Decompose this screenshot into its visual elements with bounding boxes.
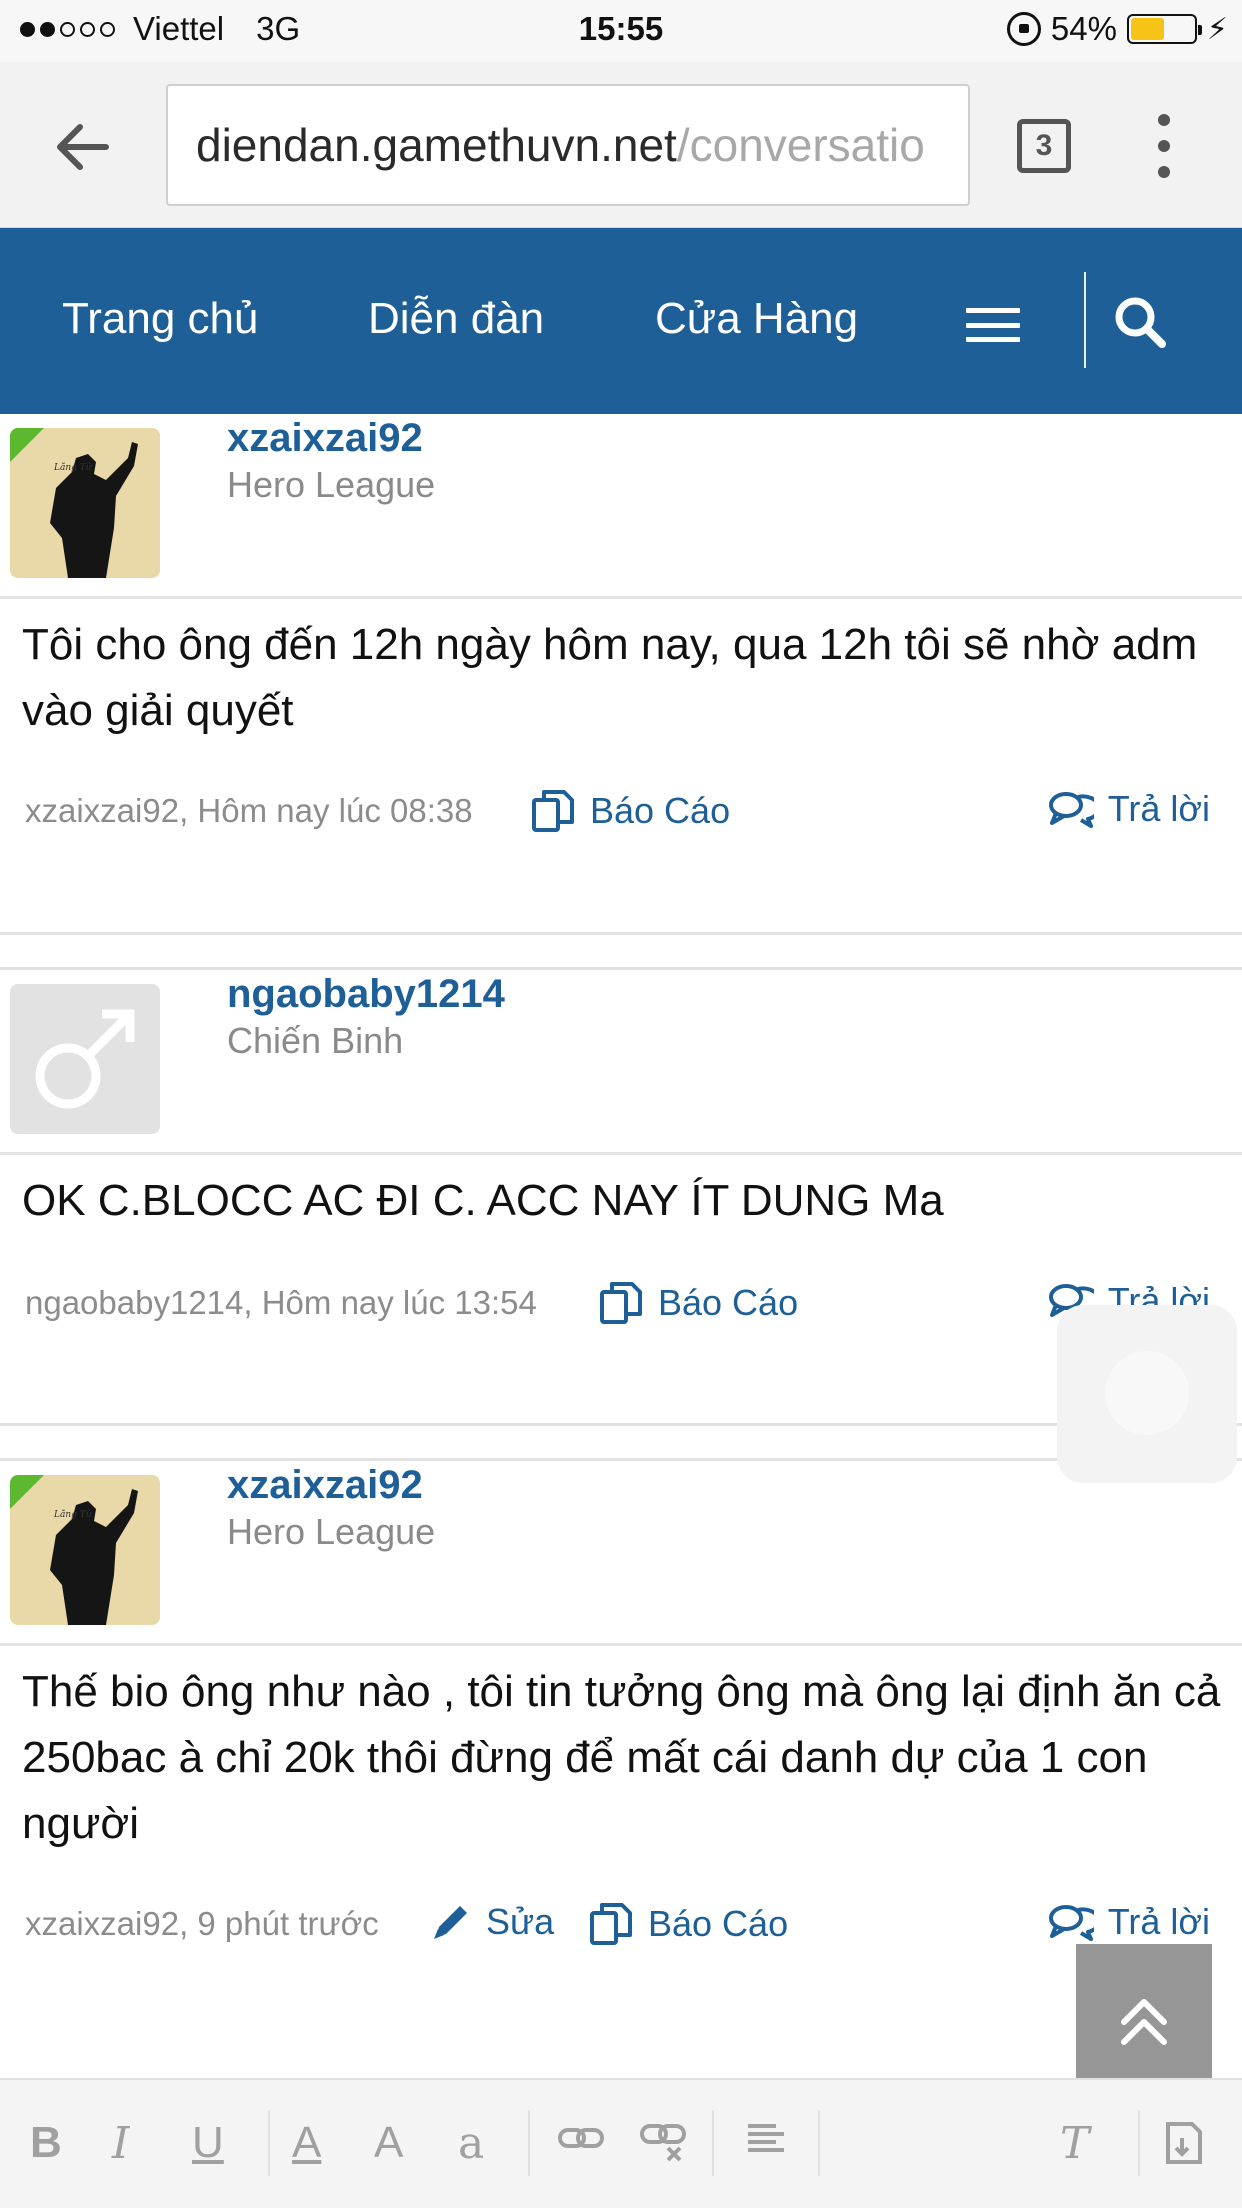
report-icon (590, 1903, 632, 1945)
clear-format-button[interactable]: T (1060, 2118, 1089, 2169)
underline-button[interactable]: U (192, 2118, 224, 2168)
battery-icon (1126, 14, 1202, 44)
message-meta: xzaixzai92, 9 phút trước Sửa Báo Cáo Trả… (0, 1897, 1242, 1957)
message-header: Lãng Tử xzaixzai92 Hero League (0, 1461, 1242, 1646)
message-body: Tôi cho ông đến 12h ngày hôm nay, qua 12… (22, 620, 1198, 735)
align-left-icon[interactable] (746, 2118, 786, 2169)
charging-icon: ⚡ (1206, 12, 1228, 46)
nav-divider (1084, 272, 1086, 368)
avatar[interactable]: Lãng Tử (10, 1475, 160, 1625)
reply-button[interactable]: Trả lời (1048, 788, 1210, 830)
message-item: Lãng Tử xzaixzai92 Hero League Tôi cho ô… (0, 414, 1242, 934)
edit-label: Sửa (486, 1901, 555, 1942)
italic-button[interactable]: I (112, 2118, 129, 2169)
report-label: Báo Cáo (648, 1903, 789, 1944)
message-username[interactable]: ngaobaby1214 (227, 972, 505, 1017)
tab-switcher-button[interactable]: 3 (1017, 119, 1071, 173)
paste-icon[interactable] (1162, 2118, 1206, 2179)
nav-home[interactable]: Trang chủ (62, 294, 258, 344)
message-user-title: Chiến Binh (227, 1020, 404, 1061)
message-separator (0, 1423, 1242, 1426)
font-size-button[interactable]: A (374, 2118, 403, 2168)
message-author-time[interactable]: xzaixzai92, 9 phút trước (25, 1905, 379, 1943)
report-button[interactable]: Báo Cáo (588, 1901, 788, 1947)
bold-button[interactable]: B (30, 2118, 62, 2168)
message-user-title: Hero League (227, 464, 436, 505)
report-label: Báo Cáo (590, 790, 731, 831)
message-user-title: Hero League (227, 1511, 436, 1552)
font-family-button[interactable]: a (458, 2118, 484, 2169)
text-color-button[interactable]: A (292, 2118, 321, 2168)
divider (0, 596, 1242, 599)
reply-label: Trả lời (1107, 788, 1210, 829)
avatar-caption: Lãng Tử (53, 1509, 93, 1520)
report-icon (600, 1282, 642, 1324)
address-bar[interactable]: diendan.gamethuvn.net/conversatio (166, 84, 970, 206)
message-item: ngaobaby1214 Chiến Binh OK C.BLOCC AC ĐI… (0, 970, 1242, 1390)
toolbar-divider (1138, 2110, 1140, 2176)
back-arrow-icon[interactable] (48, 112, 118, 182)
more-menu-icon[interactable] (1154, 114, 1174, 178)
reply-bubbles-icon (1048, 792, 1094, 828)
message-meta: xzaixzai92, Hôm nay lúc 08:38 Báo Cáo Tr… (0, 784, 1242, 844)
editor-toolbar: B I U A A a T (0, 2078, 1242, 2208)
message-item: Lãng Tử xzaixzai92 Hero League Thế bio ô… (0, 1461, 1242, 2081)
reply-bubbles-icon (1048, 1905, 1094, 1941)
status-bar: Viettel 3G 15:55 54% ⚡ (0, 0, 1242, 62)
avatar[interactable]: Lãng Tử (10, 428, 160, 578)
message-username[interactable]: xzaixzai92 (227, 416, 423, 461)
message-author-time[interactable]: ngaobaby1214, Hôm nay lúc 13:54 (25, 1284, 537, 1322)
message-meta: ngaobaby1214, Hôm nay lúc 13:54 Báo Cáo … (0, 1276, 1242, 1336)
battery-percent: 54% (1050, 10, 1117, 47)
toolbar-divider (712, 2110, 714, 2176)
site-navigation: Trang chủ Diễn đàn Cửa Hàng (0, 228, 1242, 414)
toolbar-divider (268, 2110, 270, 2176)
report-label: Báo Cáo (658, 1282, 799, 1323)
message-body: Thế bio ông như nào , tôi tin tưởng ông … (22, 1667, 1221, 1848)
scroll-to-top-button[interactable] (1076, 1944, 1212, 2100)
message-body: OK C.BLOCC AC ĐI C. ACC NAY ÍT DUNG Ma (22, 1176, 944, 1225)
divider (0, 1152, 1242, 1155)
avatar[interactable] (10, 984, 160, 1134)
reply-label: Trả lời (1107, 1901, 1210, 1942)
browser-toolbar: diendan.gamethuvn.net/conversatio 3 (0, 62, 1242, 228)
assistive-touch-button[interactable] (1057, 1305, 1237, 1483)
message-separator (0, 932, 1242, 935)
avatar-caption: Lãng Tử (53, 462, 93, 473)
toolbar-divider (528, 2110, 530, 2176)
double-chevron-up-icon (1121, 1999, 1167, 2045)
edit-button[interactable]: Sửa (430, 1901, 554, 1943)
report-button[interactable]: Báo Cáo (598, 1280, 798, 1326)
nav-shop[interactable]: Cửa Hàng (655, 294, 858, 344)
unlink-icon[interactable] (638, 2118, 688, 2175)
url-host: diendan.gamethuvn.net (196, 119, 677, 171)
divider (0, 1643, 1242, 1646)
pencil-icon (434, 1906, 467, 1939)
message-author-time[interactable]: xzaixzai92, Hôm nay lúc 08:38 (25, 792, 473, 830)
message-username[interactable]: xzaixzai92 (227, 1463, 423, 1508)
search-icon[interactable] (1110, 292, 1170, 352)
nav-forum[interactable]: Diễn đàn (368, 294, 544, 344)
toolbar-divider (818, 2110, 820, 2176)
reply-button[interactable]: Trả lời (1048, 1901, 1210, 1943)
link-icon[interactable] (556, 2118, 606, 2169)
url-path: /conversatio (676, 119, 925, 171)
message-header: ngaobaby1214 Chiến Binh (0, 970, 1242, 1155)
rotation-lock-icon (1006, 12, 1041, 46)
message-header: Lãng Tử xzaixzai92 Hero League (0, 414, 1242, 599)
hamburger-menu-icon[interactable] (966, 308, 1020, 342)
report-button[interactable]: Báo Cáo (530, 788, 730, 834)
report-icon (532, 790, 574, 832)
